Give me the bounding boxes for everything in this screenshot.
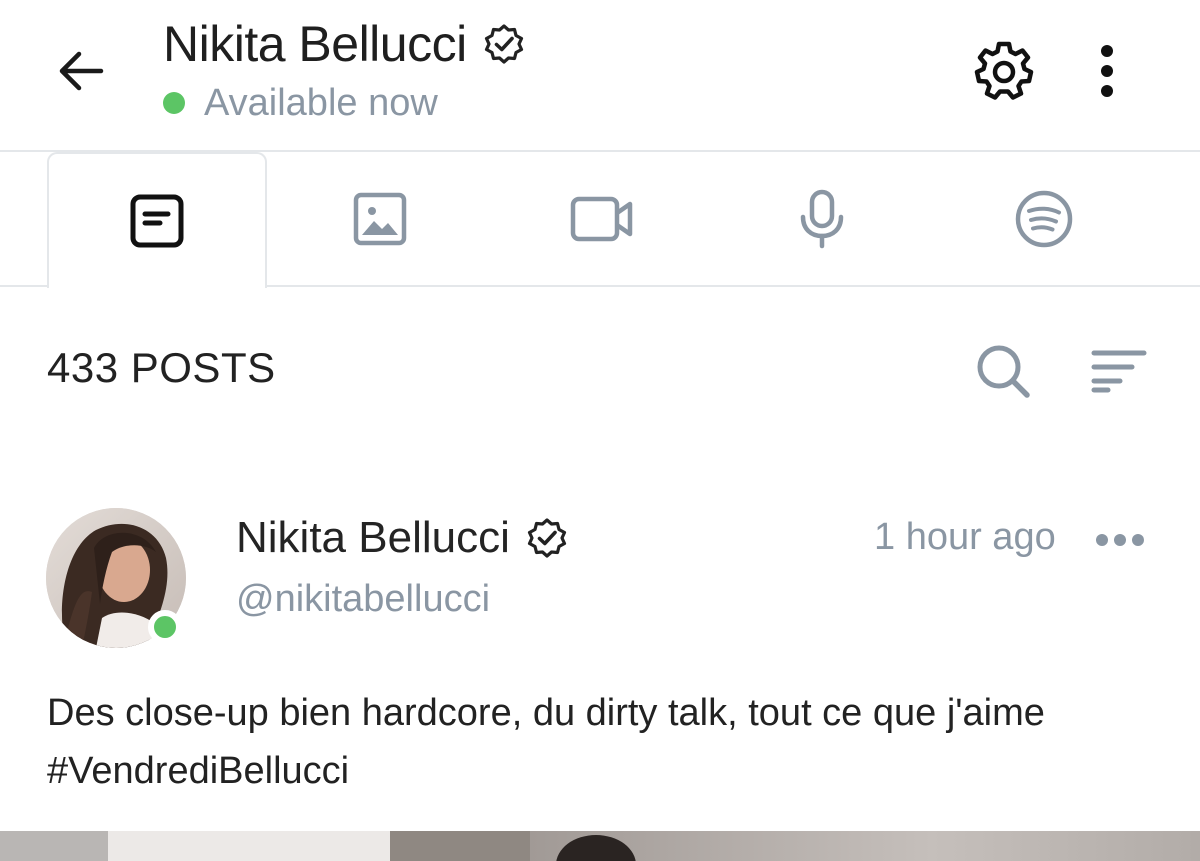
post-media-preview[interactable] bbox=[0, 831, 1200, 861]
more-vertical-icon bbox=[1101, 45, 1113, 97]
post-text-line: Des close-up bien hardcore, du dirty tal… bbox=[47, 692, 1045, 734]
microphone-icon bbox=[800, 189, 844, 249]
verified-badge-icon bbox=[481, 21, 527, 67]
tab-text-posts[interactable] bbox=[47, 152, 267, 288]
spotify-icon bbox=[1015, 190, 1073, 248]
media-type-tabs bbox=[0, 152, 1200, 288]
posts-count: 433 POSTS bbox=[47, 344, 276, 391]
video-camera-icon bbox=[570, 196, 633, 242]
search-icon bbox=[977, 345, 1030, 398]
online-status-dot bbox=[163, 92, 185, 114]
post-card: Nikita Bellucci @nikitabellucci 1 hour a… bbox=[0, 500, 1200, 861]
post-author-name[interactable]: Nikita Bellucci bbox=[236, 513, 510, 563]
tab-videos[interactable] bbox=[492, 152, 712, 286]
settings-button[interactable] bbox=[969, 36, 1039, 106]
posts-toolbar: 433 POSTS bbox=[0, 330, 1200, 414]
top-header: Nikita Bellucci Available now bbox=[0, 0, 1200, 152]
media-segment bbox=[108, 831, 390, 861]
sort-posts-button[interactable] bbox=[1084, 336, 1154, 406]
tab-spotify[interactable] bbox=[934, 152, 1154, 286]
post-timestamp: 1 hour ago bbox=[874, 516, 1056, 558]
post-options-button[interactable] bbox=[1088, 516, 1152, 564]
more-horizontal-icon bbox=[1096, 534, 1144, 546]
tab-audio[interactable] bbox=[712, 152, 932, 286]
availability-status: Available now bbox=[163, 80, 438, 126]
media-segment bbox=[530, 831, 1200, 861]
verified-badge-icon bbox=[524, 515, 570, 561]
online-indicator bbox=[148, 610, 182, 644]
media-subject bbox=[556, 835, 636, 861]
tab-images[interactable] bbox=[270, 152, 490, 286]
gear-icon bbox=[974, 41, 1034, 100]
profile-title-row: Nikita Bellucci bbox=[163, 14, 527, 74]
arrow-left-icon bbox=[59, 51, 104, 91]
image-icon bbox=[353, 192, 407, 246]
back-button[interactable] bbox=[50, 40, 112, 102]
post-body-text: Des close-up bien hardcore, du dirty tal… bbox=[47, 684, 1157, 800]
post-author-row: Nikita Bellucci bbox=[236, 512, 570, 564]
post-hashtag[interactable]: #VendrediBellucci bbox=[47, 742, 1157, 800]
search-posts-button[interactable] bbox=[968, 336, 1038, 406]
media-segment bbox=[0, 831, 108, 861]
post-author-handle[interactable]: @nikitabellucci bbox=[236, 578, 490, 621]
more-options-button[interactable] bbox=[1072, 36, 1142, 106]
media-segment bbox=[390, 831, 530, 861]
text-post-icon bbox=[130, 194, 184, 248]
sort-lines-icon bbox=[1091, 350, 1147, 393]
profile-name: Nikita Bellucci bbox=[163, 16, 467, 72]
status-text: Available now bbox=[204, 81, 438, 124]
